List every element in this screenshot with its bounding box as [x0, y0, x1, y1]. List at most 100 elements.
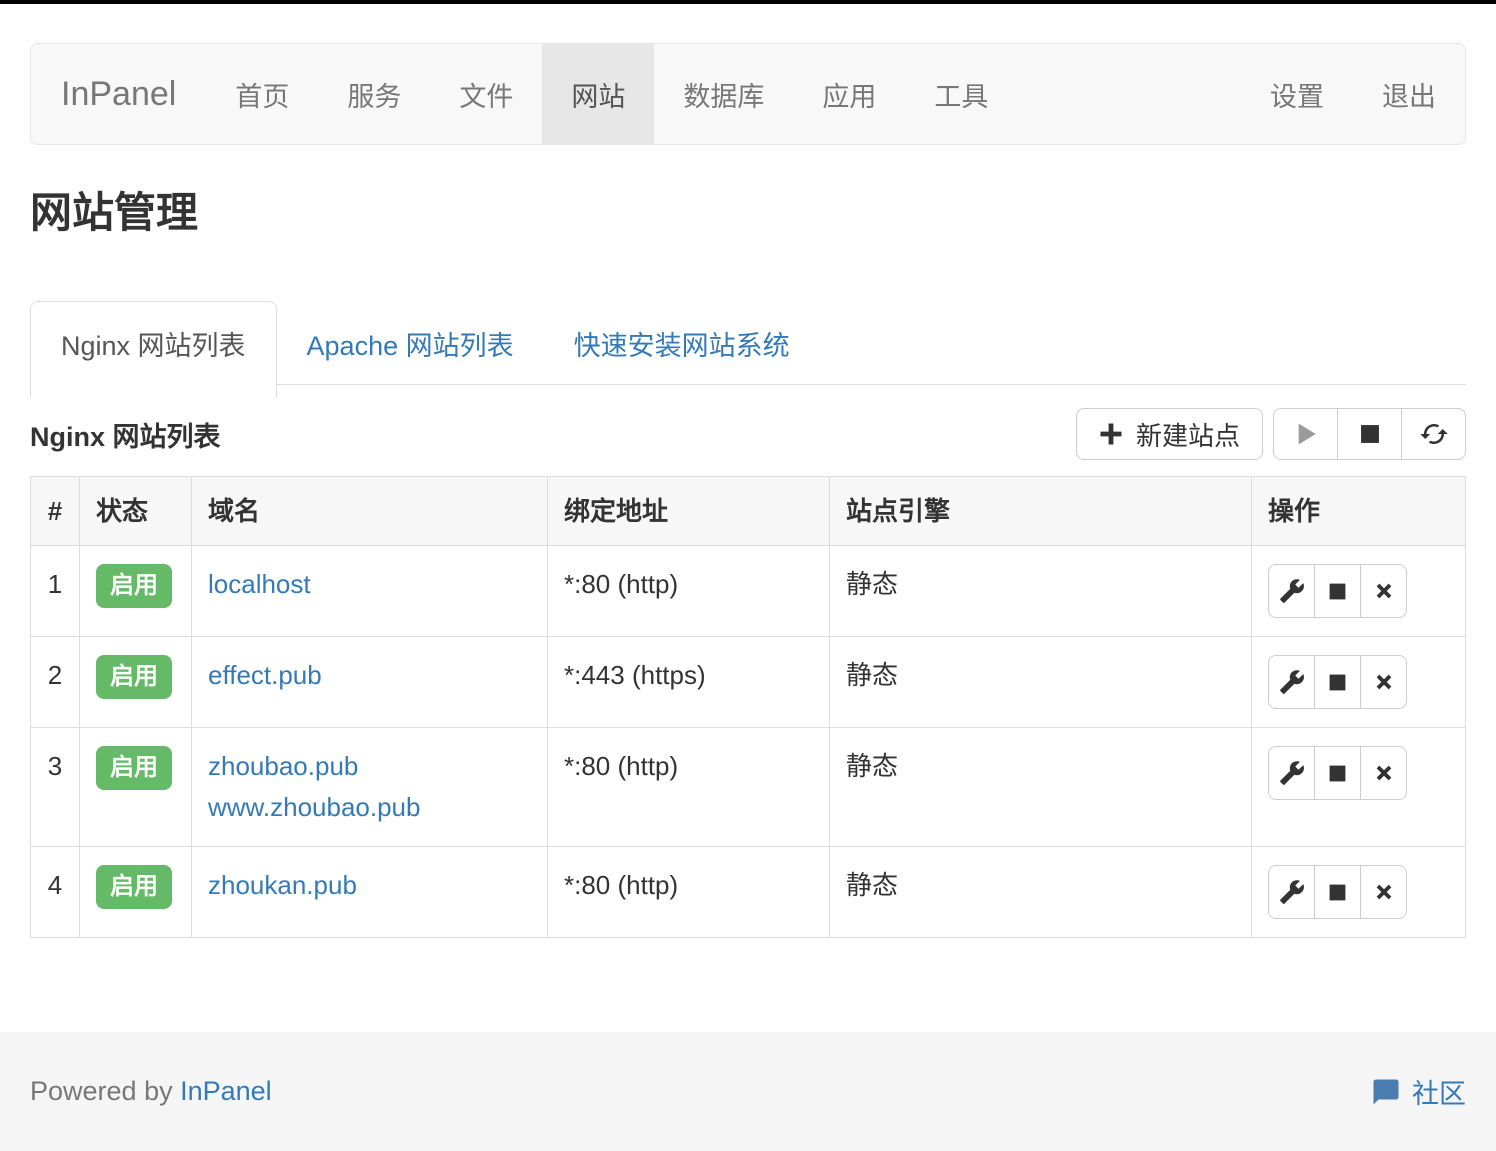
stop-site-button[interactable] — [1314, 746, 1361, 800]
modify-site-button[interactable] — [1268, 746, 1315, 800]
panel-title: Nginx 网站列表 — [30, 415, 221, 454]
stop-site-button[interactable] — [1314, 564, 1361, 618]
toolbar: 新建站点 — [1076, 408, 1466, 460]
domain-link[interactable]: localhost — [208, 564, 531, 605]
nav-item-link[interactable]: 服务 — [318, 44, 430, 144]
row-actions-cell — [1252, 637, 1466, 728]
row-action-group — [1268, 655, 1407, 709]
tab-Apache 网站列表[interactable]: Apache 网站列表 — [277, 301, 544, 385]
domain-link[interactable]: zhoubao.pub — [208, 746, 531, 787]
brand-link[interactable]: InPanel — [31, 44, 206, 144]
status-badge: 启用 — [96, 564, 172, 608]
row-actions-cell — [1252, 546, 1466, 637]
row-index: 1 — [31, 546, 80, 637]
nav-item-首页: 首页 — [206, 44, 318, 144]
panel-header: Nginx 网站列表 新建站点 — [30, 408, 1466, 460]
stop-site-button[interactable] — [1314, 865, 1361, 919]
row-engine: 静态 — [830, 728, 1252, 847]
status-badge: 启用 — [96, 655, 172, 699]
delete-site-button[interactable] — [1360, 655, 1407, 709]
footer: Powered by InPanel 社区 — [0, 1032, 1496, 1151]
row-binding: *:80 (http) — [548, 847, 830, 938]
domain-link[interactable]: zhoukan.pub — [208, 865, 531, 906]
row-action-group — [1268, 865, 1407, 919]
delete-site-button[interactable] — [1360, 746, 1407, 800]
start-service-button[interactable] — [1273, 408, 1338, 460]
tab-Nginx 网站列表[interactable]: Nginx 网站列表 — [30, 301, 277, 398]
top-strip — [0, 0, 1496, 4]
delete-site-button[interactable] — [1360, 865, 1407, 919]
row-status-cell: 启用 — [80, 847, 192, 938]
delete-site-button[interactable] — [1360, 564, 1407, 618]
refresh-button[interactable] — [1401, 408, 1466, 460]
table-row: 3启用zhoubao.pubwww.zhoubao.pub*:80 (http)… — [31, 728, 1466, 847]
powered-by-text: Powered by InPanel — [30, 1076, 272, 1107]
stop-icon — [1326, 580, 1349, 603]
stop-service-button[interactable] — [1337, 408, 1402, 460]
navbar-menu: 首页服务文件网站数据库应用工具 — [206, 44, 1017, 144]
nav-item-数据库: 数据库 — [654, 44, 793, 144]
modify-site-button[interactable] — [1268, 865, 1315, 919]
delete-x-icon — [1372, 670, 1396, 694]
nav-item-link[interactable]: 设置 — [1241, 44, 1353, 144]
row-status-cell: 启用 — [80, 637, 192, 728]
table-row: 4启用zhoukan.pub*:80 (http)静态 — [31, 847, 1466, 938]
row-status-cell: 启用 — [80, 546, 192, 637]
inpanel-footer-link[interactable]: InPanel — [180, 1076, 272, 1106]
nav-item-link[interactable]: 数据库 — [654, 44, 793, 144]
navbar-spacer — [1017, 44, 1241, 144]
nav-item-应用: 应用 — [793, 44, 905, 144]
delete-x-icon — [1372, 761, 1396, 785]
new-site-button[interactable]: 新建站点 — [1076, 408, 1263, 460]
modify-site-button[interactable] — [1268, 655, 1315, 709]
column-header: 域名 — [192, 477, 548, 546]
chat-bubble-icon — [1371, 1077, 1401, 1107]
table-header-row: #状态域名绑定地址站点引擎操作 — [31, 477, 1466, 546]
community-label: 社区 — [1412, 1072, 1466, 1111]
nav-item-link[interactable]: 文件 — [430, 44, 542, 144]
row-actions-cell — [1252, 847, 1466, 938]
wrench-icon — [1279, 578, 1305, 604]
nav-item-link[interactable]: 工具 — [905, 44, 1017, 144]
site-table: #状态域名绑定地址站点引擎操作 1启用localhost*:80 (http)静… — [30, 476, 1466, 938]
column-header: 操作 — [1252, 477, 1466, 546]
nav-item-工具: 工具 — [905, 44, 1017, 144]
column-header: 站点引擎 — [830, 477, 1252, 546]
wrench-icon — [1279, 879, 1305, 905]
wrench-icon — [1279, 669, 1305, 695]
site-table-body: 1启用localhost*:80 (http)静态2启用effect.pub*:… — [31, 546, 1466, 938]
navbar: InPanel 首页服务文件网站数据库应用工具 设置退出 — [30, 43, 1466, 145]
tab-快速安装网站系统[interactable]: 快速安装网站系统 — [544, 301, 820, 385]
refresh-icon — [1419, 419, 1449, 449]
domain-link[interactable]: effect.pub — [208, 655, 531, 696]
nav-item-网站: 网站 — [542, 44, 654, 144]
column-header: # — [31, 477, 80, 546]
nav-item-link[interactable]: 应用 — [793, 44, 905, 144]
row-engine: 静态 — [830, 637, 1252, 728]
row-engine: 静态 — [830, 847, 1252, 938]
row-domains-cell: effect.pub — [192, 637, 548, 728]
row-index: 2 — [31, 637, 80, 728]
row-action-group — [1268, 564, 1407, 618]
navbar-menu-right: 设置退出 — [1241, 44, 1465, 144]
nav-item-退出: 退出 — [1353, 44, 1465, 144]
nav-item-link[interactable]: 首页 — [206, 44, 318, 144]
stop-icon — [1326, 881, 1349, 904]
service-button-group — [1273, 408, 1466, 460]
wrench-icon — [1279, 760, 1305, 786]
nav-item-服务: 服务 — [318, 44, 430, 144]
domain-link[interactable]: www.zhoubao.pub — [208, 787, 531, 828]
row-index: 3 — [31, 728, 80, 847]
row-binding: *:80 (http) — [548, 728, 830, 847]
community-link[interactable]: 社区 — [1371, 1072, 1466, 1111]
column-header: 绑定地址 — [548, 477, 830, 546]
powered-by-label: Powered by — [30, 1076, 173, 1106]
stop-site-button[interactable] — [1314, 655, 1361, 709]
table-row: 1启用localhost*:80 (http)静态 — [31, 546, 1466, 637]
page-title: 网站管理 — [30, 192, 1466, 234]
modify-site-button[interactable] — [1268, 564, 1315, 618]
plus-icon — [1099, 422, 1123, 446]
nav-item-link[interactable]: 网站 — [542, 44, 654, 144]
delete-x-icon — [1372, 880, 1396, 904]
nav-item-link[interactable]: 退出 — [1353, 44, 1465, 144]
